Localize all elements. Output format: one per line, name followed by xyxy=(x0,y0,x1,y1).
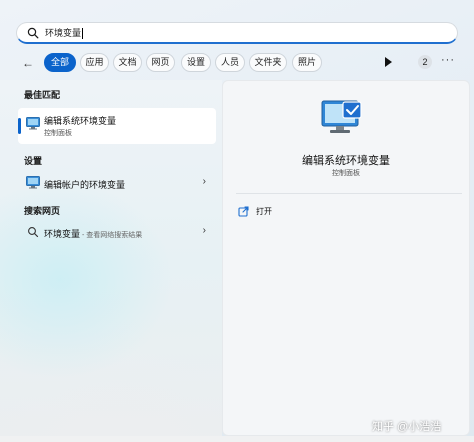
preview-divider xyxy=(236,193,462,194)
chevron-right-icon[interactable]: › xyxy=(203,176,206,187)
text-caret xyxy=(82,28,84,40)
search-query: 环境变量 xyxy=(45,27,82,38)
bottom-strip xyxy=(0,436,474,442)
selection-indicator xyxy=(18,118,21,134)
control-panel-monitor-icon xyxy=(321,100,362,133)
open-action[interactable]: 打开 xyxy=(236,204,356,220)
filter-bar: ← 全部 应用 文档 网页 设置 人员 文件夹 照片 2 ··· xyxy=(16,53,466,73)
preview-title: 编辑系统环境变量 xyxy=(302,155,390,167)
filter-apps[interactable]: 应用 xyxy=(80,53,109,72)
search-icon xyxy=(28,227,39,238)
filter-settings[interactable]: 设置 xyxy=(181,53,211,72)
watermark-text: 知乎 @小浩浩 xyxy=(372,421,442,433)
open-external-icon xyxy=(238,206,249,217)
best-match-heading: 最佳匹配 xyxy=(24,90,61,100)
filter-people[interactable]: 人员 xyxy=(215,53,245,72)
filter-folders[interactable]: 文件夹 xyxy=(249,53,287,72)
best-match-result[interactable]: 编辑系统环境变量 控制面板 xyxy=(18,108,216,144)
more-options-icon[interactable]: ··· xyxy=(441,54,455,66)
filter-all[interactable]: 全部 xyxy=(44,53,76,72)
web-search-result[interactable]: 环境变量 - 查看网络搜索结果 › xyxy=(18,222,216,242)
back-arrow-icon[interactable]: ← xyxy=(22,56,36,70)
control-panel-monitor-icon xyxy=(26,176,40,189)
search-input[interactable]: 环境变量 xyxy=(45,26,84,40)
settings-heading: 设置 xyxy=(24,156,43,166)
filter-photos[interactable]: 照片 xyxy=(292,53,322,72)
web-search-label: 环境变量 - 查看网络搜索结果 xyxy=(44,227,142,240)
control-panel-monitor-icon xyxy=(26,117,40,130)
open-action-label: 打开 xyxy=(256,207,272,216)
search-icon xyxy=(27,27,39,38)
play-icon[interactable] xyxy=(385,57,392,67)
start-search-window: 环境变量 ← 全部 应用 文档 网页 设置 人员 文件夹 照片 2 ··· 最佳… xyxy=(0,0,474,442)
web-search-query: 环境变量 xyxy=(44,229,81,239)
chevron-right-icon[interactable]: › xyxy=(203,225,206,236)
search-web-heading: 搜索网页 xyxy=(24,206,61,216)
best-match-subtitle: 控制面板 xyxy=(44,130,72,137)
best-match-title: 编辑系统环境变量 xyxy=(44,116,117,126)
count-badge[interactable]: 2 xyxy=(418,55,432,69)
filter-documents[interactable]: 文档 xyxy=(113,53,142,72)
settings-result[interactable]: 编辑帐户的环境变量 › xyxy=(18,173,216,193)
web-search-suffix: - 查看网络搜索结果 xyxy=(80,232,143,239)
search-box[interactable]: 环境变量 xyxy=(16,22,458,44)
settings-result-label: 编辑帐户的环境变量 xyxy=(44,180,126,190)
filter-web[interactable]: 网页 xyxy=(146,53,175,72)
preview-subtitle: 控制面板 xyxy=(332,170,360,177)
